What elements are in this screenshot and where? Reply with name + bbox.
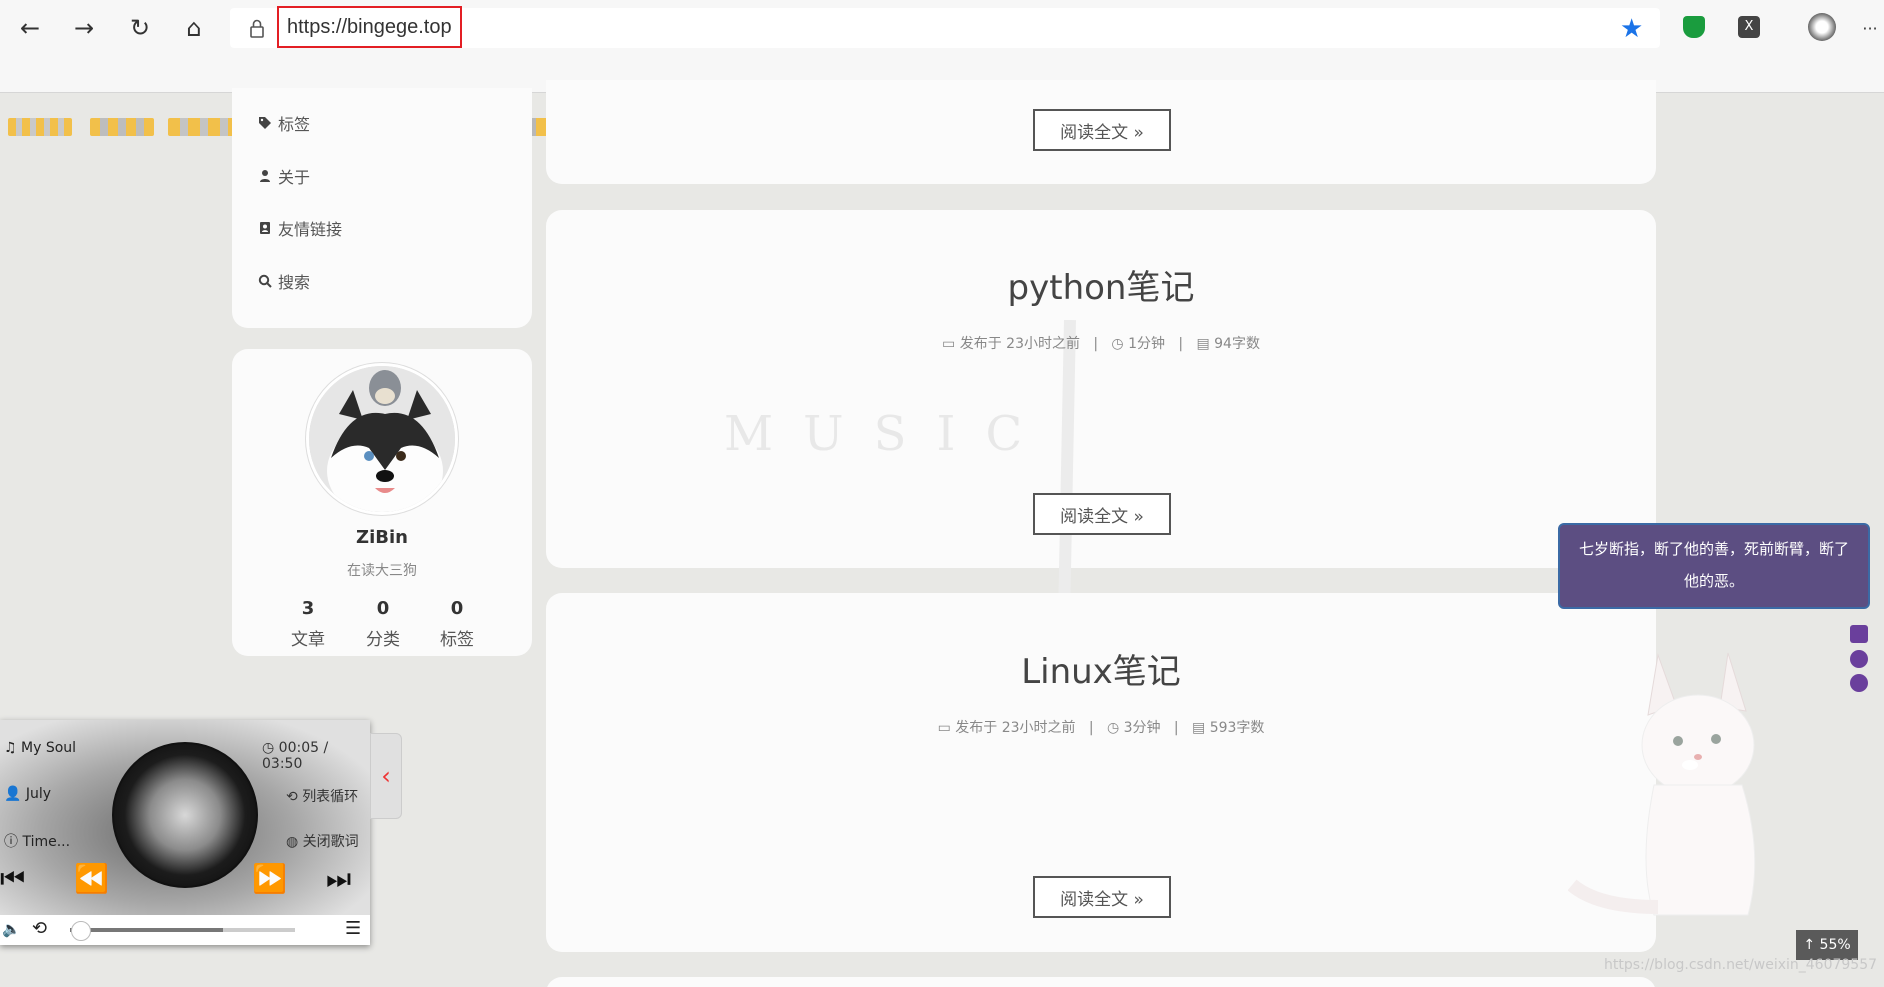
read-more-button[interactable]: 阅读全文 » [1033, 876, 1171, 918]
song-title: ♫ My Soul [4, 740, 77, 756]
stat-label: 分类 [366, 630, 400, 650]
user-icon [260, 170, 270, 182]
stat-tags[interactable]: 0 标签 [417, 598, 497, 650]
song-title-text: My Soul [21, 740, 77, 756]
play-time: ◷ 00:05 / 03:50 [262, 740, 329, 772]
profile-bio: 在读大三狗 [347, 563, 417, 579]
bookmark-item[interactable] [8, 118, 72, 136]
stat-count: 0 [450, 598, 464, 619]
document-icon: ▤ [1192, 720, 1206, 736]
favorite-star-icon[interactable]: ★ [1620, 14, 1643, 44]
bookmark-item[interactable] [90, 118, 154, 136]
menu-item-label: 标签 [278, 115, 311, 134]
reload-button[interactable]: ↻ [122, 10, 158, 46]
menu-item-label: 关于 [278, 168, 311, 187]
menu-item-label: 友情链接 [278, 220, 343, 239]
watermark: https://blog.csdn.net/weixin_46079557 [1604, 957, 1878, 973]
power-icon[interactable] [1850, 674, 1868, 692]
clock-icon: ◷ [1111, 336, 1124, 352]
calendar-icon: ▭ [942, 336, 956, 352]
profile-avatar-icon[interactable] [1808, 13, 1836, 41]
browser-toolbar: ← → ↻ ⌂ https://bingege.top ★ X ··· [0, 0, 1884, 56]
stat-label: 标签 [440, 630, 474, 650]
post-meta: ▭ 发布于 23小时之前 | ◷ 3分钟 | ▤ 593字数 [546, 717, 1656, 737]
menu-item-about[interactable]: 关于 [258, 164, 310, 188]
play-mode-text: 列表循环 [302, 789, 359, 805]
song-artist: 👤 July [4, 786, 52, 802]
song-album-text: Time... [22, 834, 71, 850]
back-button[interactable]: ← [12, 10, 48, 46]
playlist-icon[interactable]: ☰ [345, 918, 361, 939]
read-more-button[interactable]: 阅读全文 » [1033, 109, 1171, 151]
lyrics-toggle-text: 关闭歌词 [302, 834, 359, 850]
profile-name[interactable]: ZiBin [232, 527, 532, 548]
waifu-message-bubble: 七岁断指，断了他的善，死前断臂，断了他的恶。 [1558, 523, 1870, 609]
post-date: 发布于 23小时之前 [955, 720, 1076, 736]
address-book-icon [260, 222, 270, 234]
post-card [546, 977, 1656, 987]
search-icon [258, 274, 272, 288]
stat-count: 3 [301, 598, 315, 619]
volume-icon[interactable]: 🔈 [2, 920, 21, 938]
post-date: 发布于 23小时之前 [959, 336, 1080, 352]
husky-avatar-image [309, 366, 455, 512]
eye-icon[interactable] [1850, 650, 1868, 668]
clock-icon: ◷ [1106, 720, 1120, 736]
meta-divider: | [1169, 336, 1192, 352]
meta-divider: | [1165, 720, 1188, 736]
menu-item-tags[interactable]: 标签 [258, 111, 310, 135]
more-menu-button[interactable]: ··· [1852, 10, 1884, 46]
album-disc[interactable] [112, 742, 258, 888]
progress-knob[interactable] [71, 921, 91, 941]
menu-item-label: 搜索 [278, 273, 311, 292]
menu-item-links[interactable]: 友情链接 [258, 216, 342, 240]
home-button[interactable]: ⌂ [176, 10, 212, 46]
post-title[interactable]: python笔记 [546, 260, 1656, 309]
shield-extension-icon[interactable] [1683, 16, 1705, 38]
stat-count: 0 [376, 598, 390, 619]
x-extension-icon[interactable]: X [1738, 16, 1760, 38]
meta-divider: | [1079, 720, 1103, 736]
stat-posts[interactable]: 3 文章 [268, 598, 348, 650]
white-cat-mascot[interactable] [1568, 645, 1788, 935]
fast-forward-icon[interactable]: ⏩ [252, 862, 287, 895]
read-more-button[interactable]: 阅读全文 » [1033, 493, 1171, 535]
play-mode[interactable]: ⟲ 列表循环 [286, 786, 358, 806]
player-collapse-button[interactable]: ‹ [370, 733, 402, 819]
post-meta: ▭ 发布于 23小时之前 | ◷ 1分钟 | ▤ 94字数 [546, 333, 1656, 353]
repeat-icon[interactable]: ⟲ [32, 918, 47, 939]
stat-label: 文章 [291, 630, 325, 650]
url-text[interactable]: https://bingege.top [277, 6, 462, 48]
post-read-time: 1分钟 [1128, 336, 1166, 352]
lyrics-toggle[interactable]: ◍ 关闭歌词 [286, 831, 359, 851]
song-artist-text: July [25, 786, 52, 802]
play-time-text: 00:05 / 03:50 [262, 740, 329, 772]
rewind-icon[interactable]: ⏪ [74, 862, 109, 895]
tag-icon [259, 117, 271, 129]
scroll-percent: 55% [1819, 937, 1851, 953]
lock-icon [250, 19, 264, 38]
calendar-icon: ▭ [937, 720, 951, 736]
document-icon: ▤ [1196, 336, 1210, 352]
post-word-count: 94字数 [1214, 336, 1260, 352]
last-track-icon[interactable]: ⏭ [326, 862, 351, 896]
meta-divider: | [1084, 336, 1107, 352]
avatar [306, 363, 458, 515]
back-to-top-button[interactable]: ↑ 55% [1796, 930, 1858, 960]
forward-button[interactable]: → [66, 10, 102, 46]
music-player: ♫ My Soul 👤 July ⓘ Time... ◷ 00:05 / 03:… [0, 720, 370, 945]
post-title[interactable]: Linux笔记 [546, 644, 1656, 693]
song-album: ⓘ Time... [4, 834, 71, 850]
chat-icon[interactable] [1850, 625, 1868, 643]
first-track-icon[interactable]: ⏮ [0, 862, 25, 896]
progress-fill [70, 928, 223, 932]
post-read-time: 3分钟 [1123, 720, 1161, 736]
menu-item-search[interactable]: 搜索 [258, 269, 310, 293]
svg-text:MUSIC: MUSIC [724, 406, 1052, 462]
post-word-count: 593字数 [1209, 720, 1265, 736]
stat-categories[interactable]: 0 分类 [343, 598, 423, 650]
